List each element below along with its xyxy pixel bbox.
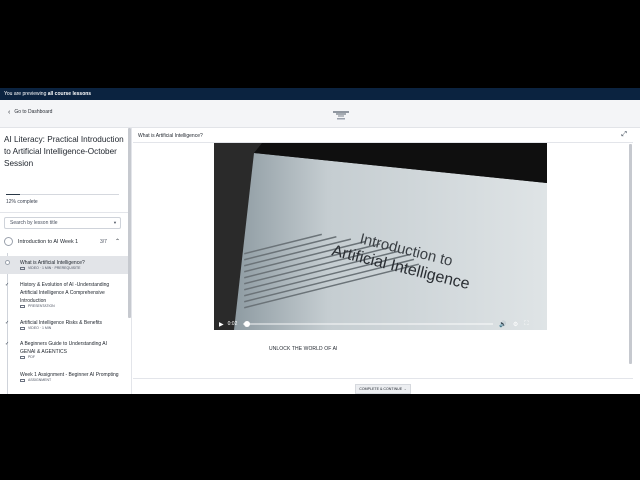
progress-text: 12% complete (6, 199, 38, 205)
section-progress-ring-icon (4, 237, 13, 246)
video-time: 0:02 (227, 321, 238, 327)
current-lesson-icon (5, 260, 10, 265)
video-player[interactable]: Introduction to Artificial Intelligence … (214, 143, 547, 330)
top-bar: ‹ Go to Dashboard (0, 100, 640, 128)
caret-down-icon: ▼ (113, 220, 117, 225)
lesson-item-history[interactable]: ✓ History & Evolution of AI -Understandi… (0, 278, 128, 310)
video-scrubber[interactable] (243, 321, 494, 327)
lesson-title: A Beginners Guide to Understanding AI GE… (20, 341, 108, 355)
lesson-title: History & Evolution of AI -Understanding… (20, 282, 110, 304)
lesson-meta-text: VIDEO · 1 MIN · PREREQUISITE (28, 266, 81, 270)
section-header[interactable]: Introduction to AI Week 1 3/7 ⌃ (0, 236, 128, 248)
lesson-item-beginners-guide[interactable]: ✓ A Beginners Guide to Understanding AI … (0, 337, 128, 361)
lesson-meta: VIDEO · 1 MIN · PREREQUISITE (20, 266, 81, 270)
gear-icon[interactable]: ⚙ (513, 321, 518, 328)
lesson-header: What is Artificial Intelligence? ⤢ (133, 128, 633, 143)
dashboard-link[interactable]: ‹ Go to Dashboard (8, 108, 53, 116)
dashboard-link-label: Go to Dashboard (14, 109, 53, 115)
app-frame: You are previewing all course lessons ‹ … (0, 88, 640, 394)
check-icon: ✓ (5, 341, 10, 347)
lesson-meta: VIDEO · 1 MIN (20, 326, 51, 330)
volume-icon[interactable]: 🔊 (499, 321, 506, 328)
lesson-item-what-is-ai[interactable]: What is Artificial Intelligence? VIDEO ·… (0, 256, 128, 274)
lesson-heading: What is Artificial Intelligence? (138, 133, 203, 139)
assignment-icon (20, 378, 25, 382)
lesson-meta: ASSIGNMENT (20, 378, 51, 382)
video-icon (20, 266, 25, 270)
lesson-meta-text: PRESENTATION (28, 304, 55, 308)
course-title: AI Literacy: Practical Introduction to A… (4, 135, 124, 168)
preview-prefix: You are previewing (4, 91, 47, 97)
footer-divider (133, 378, 633, 379)
lesson-meta: PDF (20, 355, 35, 359)
check-icon: ✓ (5, 282, 10, 288)
lesson-meta-text: VIDEO · 1 MIN (28, 326, 52, 330)
lesson-meta-text: PDF (28, 355, 35, 359)
course-progress-fill (6, 194, 20, 195)
lesson-item-assignment[interactable]: Week 1 Assignment - Beginner AI Promptin… (0, 368, 128, 386)
lesson-meta: PRESENTATION (20, 304, 55, 308)
play-icon[interactable]: ▶ (219, 321, 224, 328)
complete-continue-button[interactable]: COMPLETE & CONTINUE → (355, 384, 411, 394)
expand-icon[interactable]: ⤢ (621, 131, 627, 139)
lesson-item-risks[interactable]: ✓ Artificial Intelligence Risks & Benefi… (0, 316, 128, 334)
preview-banner: You are previewing all course lessons (0, 88, 640, 100)
section-name: Introduction to AI Week 1 (18, 239, 79, 245)
content-scrollbar[interactable] (629, 144, 632, 364)
chevron-up-icon[interactable]: ⌃ (115, 238, 120, 245)
video-icon (20, 326, 25, 330)
lesson-meta-text: ASSIGNMENT (28, 378, 52, 382)
presentation-icon (20, 304, 25, 308)
chevron-left-icon: ‹ (8, 108, 11, 116)
complete-continue-label: COMPLETE & CONTINUE (359, 387, 403, 391)
lesson-content: What is Artificial Intelligence? ⤢ Intro… (133, 128, 633, 394)
preview-emphasis: all course lessons (47, 91, 92, 97)
lesson-search-placeholder: Search by lesson title (10, 220, 58, 226)
section-count: 3/7 (100, 239, 107, 245)
fullscreen-icon[interactable]: ⛶ (524, 321, 528, 328)
sidebar-scrollbar[interactable] (128, 128, 131, 318)
course-progress-bar (6, 194, 119, 195)
divider (0, 212, 131, 213)
brand-logo[interactable] (330, 105, 352, 123)
video-frame-book: Introduction to Artificial Intelligence (214, 143, 547, 330)
scrubber-knob[interactable] (243, 321, 250, 327)
course-sidebar: AI Literacy: Practical Introduction to A… (0, 128, 132, 394)
video-controls: ▶ 0:02 🔊 ⚙ ⛶ (214, 318, 547, 330)
lesson-search-select[interactable]: Search by lesson title ▼ (4, 217, 121, 229)
lesson-description: UNLOCK THE WORLD OF AI (269, 346, 338, 352)
check-icon: ✓ (5, 320, 10, 326)
pdf-icon (20, 355, 25, 359)
